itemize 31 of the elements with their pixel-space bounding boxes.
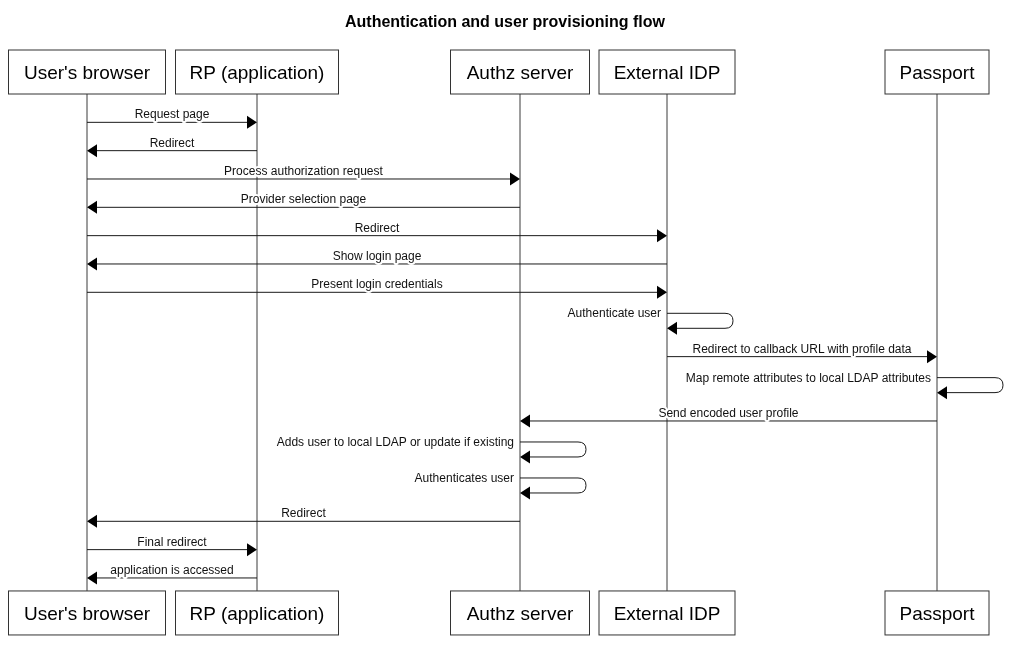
participant-footer: User's browser	[8, 590, 166, 636]
participant-header: RP (application)	[175, 49, 339, 95]
message-label: Redirect	[281, 506, 326, 521]
self-message-arrow	[519, 477, 587, 500]
participant-header: External IDP	[598, 49, 736, 95]
message-label: Authenticates user	[414, 470, 514, 485]
message-label: Redirect to callback URL with profile data	[692, 341, 912, 356]
participant-footer: External IDP	[598, 590, 736, 636]
message-label: Provider selection page	[240, 192, 367, 207]
message-label: Redirect	[354, 220, 400, 235]
self-message-arrow	[519, 441, 587, 464]
message-label: Send encoded user profile	[658, 405, 799, 420]
participant-header: Authz server	[450, 49, 590, 95]
message-label: Request page	[134, 107, 210, 122]
message-label: Show login page	[332, 249, 422, 263]
participant-footer: Authz server	[450, 590, 590, 636]
participant-header: User's browser	[8, 49, 166, 95]
message-label: Redirect	[149, 135, 195, 150]
participant-header: Passport	[884, 49, 990, 95]
diagram-title: Authentication and user provisioning flow	[345, 13, 665, 30]
participant-footer: Passport	[884, 590, 990, 636]
message-label: Adds user to local LDAP or update if existing	[276, 434, 514, 449]
message-label: Authenticate user	[567, 306, 661, 321]
message-label: Process authorization request	[224, 164, 383, 178]
message-label: Map remote attributes to local LDAP attributes	[685, 370, 931, 385]
message-label: application is accessed	[110, 562, 234, 577]
message-label: Present login credentials	[311, 277, 443, 292]
message-label: Final redirect	[137, 534, 207, 549]
participant-footer: RP (application)	[175, 590, 339, 636]
self-message-arrow	[936, 377, 1004, 400]
self-message-arrow	[666, 312, 734, 335]
